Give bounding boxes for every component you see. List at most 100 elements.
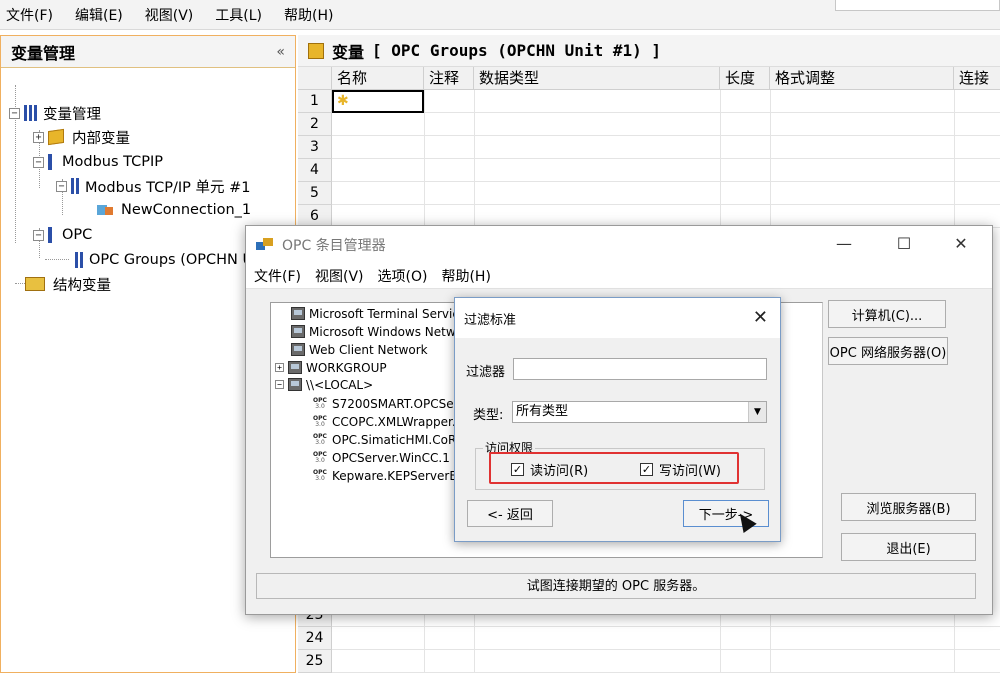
local-node[interactable]: − \\<LOCAL> xyxy=(275,376,373,393)
write-access-checkbox[interactable]: ✓ 写访问(W) xyxy=(640,460,721,479)
table-row[interactable] xyxy=(332,90,1000,113)
row-header[interactable]: 1 xyxy=(298,90,332,113)
opc-menu-file[interactable]: 文件(F) xyxy=(254,266,301,286)
network-node[interactable]: Microsoft Windows Netwo xyxy=(291,323,463,340)
opc-server-node[interactable]: OPC 3.0 OPC.SimaticHMI.CoRt xyxy=(313,431,461,448)
app-icon xyxy=(256,237,274,252)
driver-icon xyxy=(48,154,52,170)
row-header[interactable]: 5 xyxy=(298,182,332,205)
column-header-connection[interactable]: 连接 xyxy=(954,67,1000,90)
network-node[interactable]: Web Client Network xyxy=(291,341,428,358)
opc-menu-options[interactable]: 选项(O) xyxy=(378,266,428,286)
table-row[interactable] xyxy=(332,159,1000,182)
read-access-checkbox[interactable]: ✓ 读访问(R) xyxy=(511,460,588,479)
type-select[interactable]: 所有类型 ▼ xyxy=(512,401,767,423)
driver-icon xyxy=(48,227,52,243)
opc-server-icon: OPC 3.0 xyxy=(313,432,327,446)
table-row[interactable] xyxy=(332,182,1000,205)
tree-node-label: 内部变量 xyxy=(72,130,130,147)
menu-tools[interactable]: 工具(L) xyxy=(215,5,262,25)
checkbox-checked-icon[interactable]: ✓ xyxy=(511,463,524,476)
tree-node-variable-management[interactable]: − 变量管理 xyxy=(9,102,101,124)
column-header-name[interactable]: 名称 xyxy=(332,67,424,90)
tree-node-label: 变量管理 xyxy=(43,106,101,123)
column-header-comment[interactable]: 注释 xyxy=(424,67,474,90)
row-header[interactable]: 24 xyxy=(298,627,332,650)
tree-node-opc[interactable]: − OPC xyxy=(33,224,92,246)
exit-button[interactable]: 退出(E) xyxy=(841,533,976,561)
column-header-data-type[interactable]: 数据类型 xyxy=(474,67,720,90)
table-row[interactable] xyxy=(332,650,1000,673)
network-node[interactable]: Microsoft Terminal Servic xyxy=(291,305,459,322)
row-header[interactable]: 4 xyxy=(298,159,332,182)
row-header[interactable]: 25 xyxy=(298,650,332,673)
opc-server-node[interactable]: OPC 3.0 S7200SMART.OPCSer xyxy=(313,395,458,412)
tree-guide-line xyxy=(15,283,25,284)
minimize-icon[interactable]: — xyxy=(829,234,859,253)
maximize-icon[interactable]: ☐ xyxy=(889,234,919,253)
close-icon[interactable]: ✕ xyxy=(753,307,768,328)
grid-corner[interactable] xyxy=(298,67,332,90)
tree-node-label: Kepware.KEPServerEX xyxy=(332,468,466,483)
filter-input[interactable] xyxy=(513,358,767,380)
close-icon[interactable]: ✕ xyxy=(946,234,976,253)
menu-file[interactable]: 文件(F) xyxy=(6,5,53,25)
opc-network-server-button[interactable]: OPC 网络服务器(O) xyxy=(828,337,948,365)
unit-icon xyxy=(71,178,79,194)
unit-icon xyxy=(75,252,83,268)
tree-node-label: WORKGROUP xyxy=(306,360,387,375)
collapse-icon[interactable]: − xyxy=(9,107,20,119)
opc-menubar: 文件(F) 视图(V) 选项(O) 帮助(H) xyxy=(246,263,992,289)
column-header-format[interactable]: 格式调整 xyxy=(770,67,954,90)
table-row[interactable] xyxy=(332,113,1000,136)
collapse-icon[interactable]: − xyxy=(33,156,44,168)
grid-title-prefix: 变量 xyxy=(332,42,365,62)
opc-menu-view[interactable]: 视图(V) xyxy=(315,266,364,286)
filter-dialog-title: 过滤标准 xyxy=(464,312,517,328)
toolbar-field[interactable] xyxy=(835,0,1000,11)
collapse-icon[interactable]: − xyxy=(56,180,67,192)
filter-label: 过滤器 xyxy=(466,365,506,380)
menu-view[interactable]: 视图(V) xyxy=(145,5,194,25)
browse-server-button[interactable]: 浏览服务器(B) xyxy=(841,493,976,521)
opc-server-node[interactable]: OPC 3.0 Kepware.KEPServerEX xyxy=(313,467,465,484)
chevron-down-icon[interactable]: ▼ xyxy=(748,402,766,422)
table-row[interactable] xyxy=(332,136,1000,159)
opc-server-node[interactable]: OPC 3.0 OPCServer.WinCC.1 xyxy=(313,449,450,466)
back-button[interactable]: <- 返回 xyxy=(467,500,553,527)
opc-server-icon: OPC 3.0 xyxy=(313,468,327,482)
tree-node-modbus-tcpip[interactable]: − Modbus TCPIP xyxy=(33,151,163,173)
tree-node-label: Microsoft Windows Netwo xyxy=(309,324,464,339)
expand-icon[interactable]: + xyxy=(275,363,284,372)
tree-node-label: NewConnection_1 xyxy=(121,202,252,218)
menu-help[interactable]: 帮助(H) xyxy=(284,5,333,25)
workgroup-node[interactable]: + WORKGROUP xyxy=(275,359,387,376)
table-row[interactable] xyxy=(332,627,1000,650)
collapse-icon[interactable]: − xyxy=(275,380,284,389)
network-computer-icon xyxy=(291,307,305,320)
panel-header: 变量管理 « xyxy=(1,36,295,68)
active-cell[interactable]: ✱ xyxy=(332,90,424,113)
computer-icon xyxy=(288,378,302,391)
menu-edit[interactable]: 编辑(E) xyxy=(75,5,123,25)
collapse-icon[interactable]: − xyxy=(33,229,44,241)
opc-server-node[interactable]: OPC 3.0 CCOPC.XMLWrapper. xyxy=(313,413,456,430)
opc-window-title: OPC 条目管理器 xyxy=(282,237,386,254)
checkbox-checked-icon[interactable]: ✓ xyxy=(640,463,653,476)
collapse-panel-icon[interactable]: « xyxy=(276,44,285,60)
tree-node-structure-variables[interactable]: 结构变量 xyxy=(25,273,111,295)
tree-node-label: OPC xyxy=(62,227,93,243)
tree-node-modbus-unit-1[interactable]: − Modbus TCP/IP 单元 #1 xyxy=(56,175,251,197)
grid-title: [ OPC Groups (OPCHN Unit #1) ] xyxy=(372,41,661,60)
row-header[interactable]: 3 xyxy=(298,136,332,159)
tree-node-internal-variables[interactable]: + 内部变量 xyxy=(33,126,130,148)
row-header[interactable]: 2 xyxy=(298,113,332,136)
opc-menu-help[interactable]: 帮助(H) xyxy=(441,266,490,286)
column-header-length[interactable]: 长度 xyxy=(720,67,770,90)
status-bar: 试图连接期望的 OPC 服务器。 xyxy=(256,573,976,599)
expand-icon[interactable]: + xyxy=(33,131,44,143)
tree-node-label: Modbus TCPIP xyxy=(62,154,164,170)
tree-node-newconnection-1[interactable]: NewConnection_1 xyxy=(97,199,251,221)
new-item-icon: ✱ xyxy=(337,93,349,109)
computer-button[interactable]: 计算机(C)... xyxy=(828,300,946,328)
